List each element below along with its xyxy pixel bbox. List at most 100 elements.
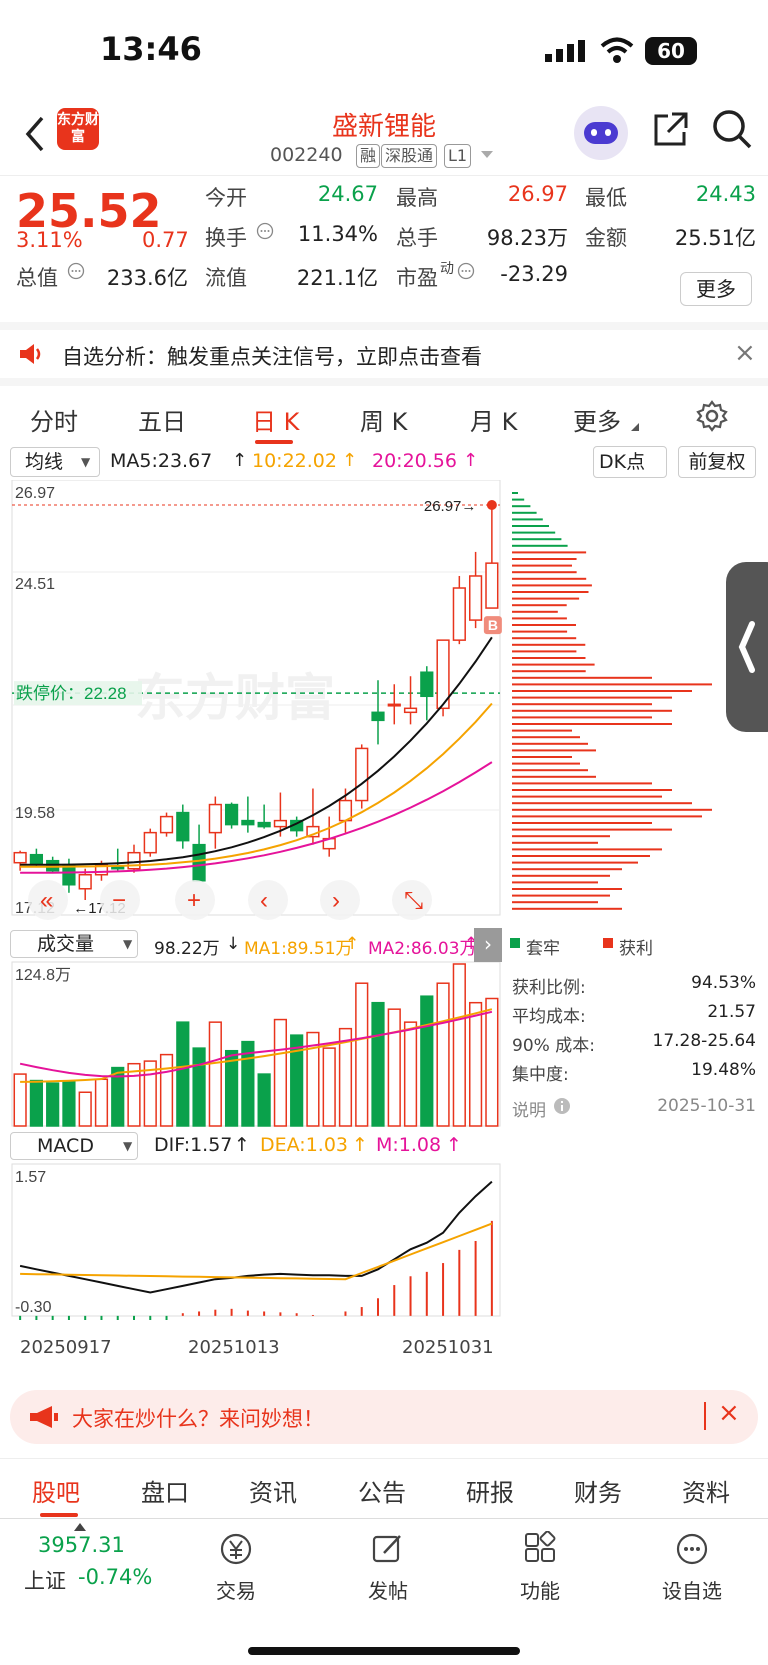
tab-five-day[interactable]: 五日 [138, 402, 186, 437]
index-change[interactable]: -0.74% [78, 1565, 152, 1589]
float-label: 流值 [205, 266, 247, 290]
close-icon[interactable]: × [718, 1398, 740, 1428]
signal-icon [545, 40, 585, 62]
dk-button[interactable]: DK点 [593, 446, 667, 478]
chip-bar [512, 525, 549, 527]
candle [485, 562, 499, 609]
vol-ma1-arrow-icon: ↑ [345, 934, 360, 954]
content-tabs: 股吧 盘口 资讯 公告 研报 财务 资料 [0, 1458, 768, 1518]
battery-indicator: 60 [645, 37, 697, 65]
mktcap-value: 233.6亿 [106, 266, 188, 290]
tab-finance[interactable]: 财务 [574, 1473, 622, 1508]
tab-research[interactable]: 研报 [466, 1473, 514, 1508]
chevron-down-icon[interactable] [480, 150, 494, 160]
dropdown-arrow-icon: ▼ [123, 1139, 133, 1153]
chip-date: 2025-10-31 [657, 1096, 756, 1116]
side-drawer-handle[interactable] [726, 562, 768, 732]
volume-bar [371, 1001, 385, 1127]
chip-bar [512, 696, 672, 699]
info-icon[interactable] [553, 1097, 571, 1115]
index-name[interactable]: 上证 [24, 1565, 66, 1595]
ma20-value: 20:20.56 [372, 450, 457, 472]
post-button[interactable]: 发帖 [338, 1531, 438, 1604]
chip-bar [512, 597, 580, 600]
macd-chart[interactable]: 1.57 -0.30 [0, 1162, 505, 1320]
tab-monthly-k[interactable]: 月 K [470, 402, 517, 437]
close-icon[interactable]: × [734, 338, 756, 368]
stock-code: 002240 [270, 144, 343, 166]
volume-label: 总手 [396, 226, 438, 250]
chip-bar [512, 769, 588, 772]
ma10-arrow-icon: ↑ [342, 450, 358, 471]
adjust-button[interactable]: 前复权 [678, 446, 756, 478]
volume-chart[interactable]: 124.8万 [0, 960, 505, 1130]
chip-note[interactable]: 说明 [512, 1096, 546, 1121]
chip-bar [512, 861, 638, 864]
chip-bar [512, 683, 712, 686]
index-value[interactable]: 3957.31 [38, 1533, 125, 1557]
limit-down-label: 跌停价：22.28 [16, 684, 127, 703]
chip-bar [512, 802, 692, 805]
grid-icon [525, 1531, 556, 1562]
tab-profile[interactable]: 资料 [682, 1473, 730, 1508]
volume-arrow-icon: ↓ [226, 934, 241, 954]
trade-button[interactable]: 交易 [186, 1531, 286, 1604]
dk-button-label: DK点 [599, 451, 646, 473]
info-icon[interactable] [256, 222, 274, 240]
expand-panel-icon[interactable]: › [474, 928, 502, 962]
search-icon[interactable] [711, 108, 753, 150]
volume-bar [62, 1081, 76, 1127]
assistant-avatar[interactable] [574, 106, 628, 160]
candle [420, 671, 434, 698]
ma-select[interactable]: 均线 ▼ [10, 447, 100, 477]
candle [192, 843, 206, 882]
chip-bar [512, 690, 692, 692]
ask-banner[interactable]: 大家在炒什么？来问妙想！ × [10, 1390, 758, 1444]
tab-forum[interactable]: 股吧 [32, 1473, 80, 1508]
tab-news[interactable]: 资讯 [249, 1473, 297, 1508]
volume-axis-top: 124.8万 [15, 967, 71, 984]
macd-dea-line [20, 1222, 493, 1281]
info-icon[interactable] [457, 262, 475, 280]
profit-ratio-label: 获利比例: [512, 978, 586, 998]
ma5-arrow-icon: ↑ [232, 450, 248, 471]
volume-value: 98.23万 [486, 226, 568, 250]
candle [355, 747, 369, 802]
functions-button[interactable]: 功能 [490, 1531, 590, 1604]
kline-chart[interactable]: 东方财富跌停价：22.2826.9724.5119.5817.1226.97→←… [0, 480, 768, 925]
add-watchlist-label: 设自选 [662, 1579, 722, 1603]
axis-label-mid: 24.51 [15, 576, 55, 593]
tab-more[interactable]: 更多 [573, 402, 621, 437]
post-label: 发帖 [368, 1579, 408, 1603]
chip-bar [512, 544, 568, 547]
more-button[interactable]: 更多 [680, 272, 752, 306]
add-watchlist-button[interactable]: 设自选 [642, 1531, 742, 1604]
candle [241, 819, 255, 826]
home-indicator [248, 1647, 520, 1655]
corner-arrow-icon [631, 423, 639, 431]
macd-select[interactable]: MACD ▼ [10, 1132, 138, 1160]
tab-underline [255, 440, 293, 444]
vol-ma1-value: MA1:89.51万 [244, 939, 353, 959]
info-icon[interactable] [67, 262, 85, 280]
tab-announcements[interactable]: 公告 [358, 1473, 406, 1508]
chip-bar [512, 610, 558, 613]
tab-weekly-k[interactable]: 周 K [360, 402, 407, 437]
trade-label: 交易 [216, 1579, 256, 1603]
step-left-icon: ‹ [260, 887, 268, 914]
analysis-banner[interactable]: 自选分析：触发重点关注信号，立即点击查看 × [0, 322, 768, 378]
change-amount: 0.77 [142, 228, 189, 252]
tab-orderbook[interactable]: 盘口 [141, 1473, 189, 1508]
chip-bar [512, 617, 567, 620]
watermark: 东方财富 [135, 670, 335, 726]
chip-bar [512, 716, 652, 719]
volume-select[interactable]: 成交量 ▼ [10, 930, 138, 958]
gear-icon[interactable] [696, 400, 728, 432]
volume-bar [436, 982, 450, 1127]
banner-text: 自选分析：触发重点关注信号，立即点击查看 [62, 345, 482, 369]
tab-daily-k[interactable]: 日 K [252, 402, 299, 437]
volume-bar [403, 1021, 418, 1127]
tab-intraday[interactable]: 分时 [30, 402, 78, 437]
share-icon[interactable] [650, 110, 690, 150]
dropdown-arrow-icon: ▼ [81, 455, 91, 469]
